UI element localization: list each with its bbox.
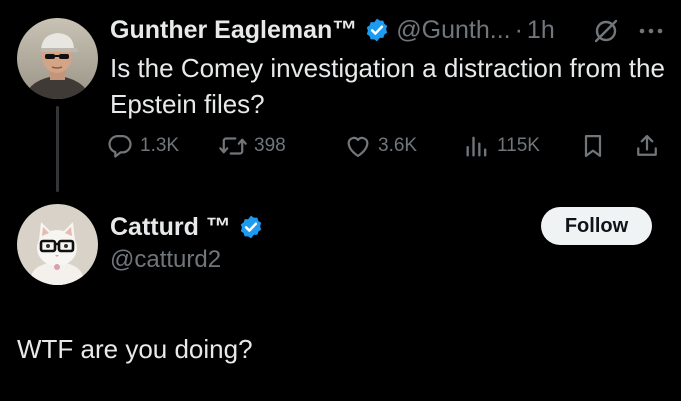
like-icon — [344, 132, 372, 160]
share-icon — [633, 132, 661, 160]
reply-tweet-text: WTF are you doing? — [17, 334, 253, 364]
like-button[interactable]: 3.6K — [344, 131, 417, 161]
more-options-icon[interactable] — [636, 16, 666, 46]
verified-badge-icon — [364, 17, 390, 43]
author-name[interactable]: Gunther Eagleman™ — [110, 16, 357, 45]
bookmark-icon — [579, 132, 607, 160]
reply-tweet-header: Catturd ™ — [110, 208, 264, 246]
author-handle[interactable]: @catturd2 — [110, 246, 221, 274]
avatar-gunther-eagleman[interactable] — [17, 18, 98, 99]
author-name[interactable]: Catturd ™ — [110, 213, 231, 242]
tweet-timestamp[interactable]: 1h — [527, 16, 555, 45]
bookmark-button[interactable] — [579, 131, 607, 161]
views-count: 115K — [497, 135, 540, 156]
parent-tweet-header: Gunther Eagleman™ @Gunth... · 1h — [110, 10, 555, 50]
repost-count: 398 — [254, 135, 286, 156]
thread-connector-line — [56, 106, 59, 192]
follow-button[interactable]: Follow — [541, 207, 652, 245]
grok-icon[interactable] — [593, 18, 619, 44]
reply-button[interactable]: 1.3K — [106, 131, 179, 161]
share-button[interactable] — [633, 131, 661, 161]
author-handle[interactable]: @Gunth... — [396, 16, 510, 45]
views-button[interactable]: 115K — [463, 131, 540, 161]
like-count: 3.6K — [378, 135, 418, 156]
separator-dot: · — [514, 15, 523, 44]
reply-count: 1.3K — [140, 135, 180, 156]
repost-icon — [218, 132, 248, 160]
verified-badge-icon — [238, 214, 264, 240]
reply-icon — [106, 132, 134, 160]
parent-tweet-text: Is the Comey investigation a distraction… — [110, 53, 665, 119]
avatar-catturd[interactable] — [17, 204, 98, 285]
views-icon — [463, 132, 491, 160]
repost-button[interactable]: 398 — [218, 131, 286, 161]
